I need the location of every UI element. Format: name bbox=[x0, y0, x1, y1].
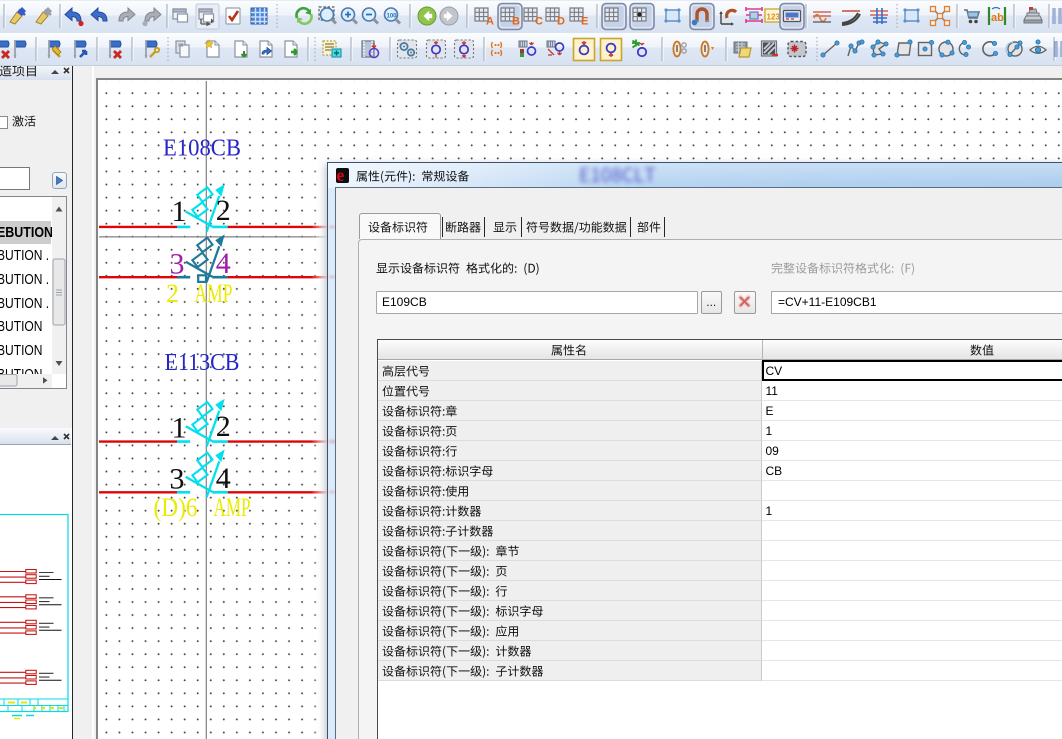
svg-text:E113CB: E113CB bbox=[165, 350, 240, 376]
svg-text:C: C bbox=[535, 16, 543, 28]
svg-text:e: e bbox=[337, 169, 345, 182]
svg-text:4: 4 bbox=[216, 462, 231, 495]
svg-text:AMP: AMP bbox=[214, 493, 251, 522]
svg-text:E108CB: E108CB bbox=[163, 136, 241, 162]
svg-text:3: 3 bbox=[170, 248, 185, 281]
svg-text:B: B bbox=[512, 16, 520, 28]
svg-text:1: 1 bbox=[172, 195, 187, 228]
svg-text:123: 123 bbox=[767, 13, 781, 22]
svg-text:4: 4 bbox=[216, 247, 231, 280]
svg-text:100: 100 bbox=[387, 14, 398, 20]
svg-text:A: A bbox=[486, 16, 494, 28]
svg-text:D: D bbox=[557, 16, 565, 28]
svg-text:1: 1 bbox=[172, 411, 187, 444]
svg-text:AMP: AMP bbox=[195, 279, 233, 308]
svg-text:2: 2 bbox=[216, 410, 231, 443]
svg-text:ab: ab bbox=[991, 12, 1004, 24]
svg-text:(D)6: (D)6 bbox=[154, 493, 198, 522]
svg-text:E: E bbox=[581, 16, 588, 28]
svg-text:2: 2 bbox=[166, 279, 179, 308]
svg-text:3: 3 bbox=[170, 462, 185, 495]
svg-text:2: 2 bbox=[216, 194, 231, 227]
